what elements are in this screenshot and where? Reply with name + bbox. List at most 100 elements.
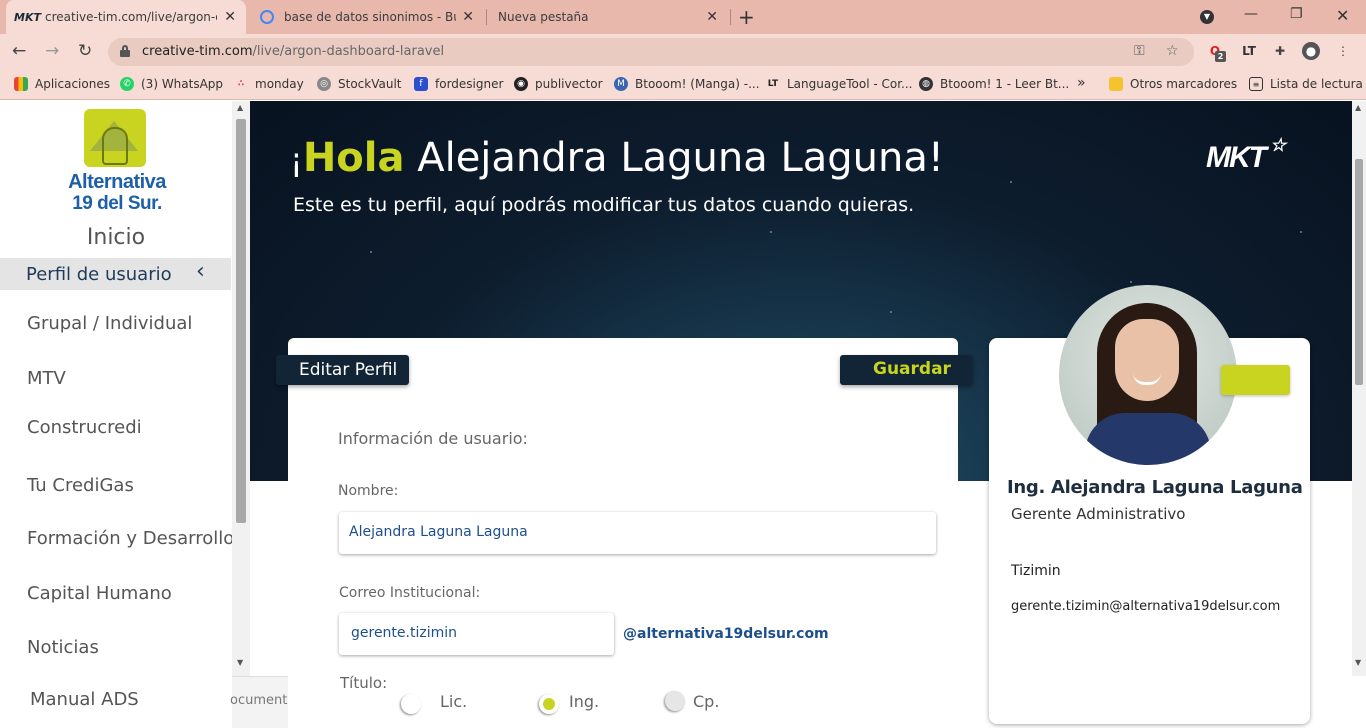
new-tab-button[interactable]: + xyxy=(738,5,755,29)
tab-title: creative-tim.com/live/argon-dashboard-la… xyxy=(44,10,217,24)
chevron-left-icon: ‹ xyxy=(196,259,205,284)
radio-lic[interactable] xyxy=(401,694,421,714)
background-panel: ocumenta xyxy=(230,676,295,728)
bookmark-btooom-manga[interactable]: M Btooom! (Manga) -... xyxy=(614,77,760,91)
bookmark-apps[interactable]: Aplicaciones xyxy=(14,77,110,91)
scroll-up-icon[interactable]: ▲ xyxy=(1355,103,1361,112)
profile-email: gerente.tizimin@alternativa19delsur.com xyxy=(1011,599,1281,614)
scroll-down-icon[interactable]: ▼ xyxy=(1355,658,1361,667)
star-icon: ☆ xyxy=(1270,135,1286,155)
forward-icon[interactable]: → xyxy=(45,41,59,61)
bookmark-publivector[interactable]: ◉ publivector xyxy=(514,77,603,91)
tab-divider xyxy=(486,9,487,25)
company-logo[interactable]: Alternativa 19 del Sur. xyxy=(62,107,172,215)
stockvault-icon: ◎ xyxy=(317,77,331,91)
bookmark-whatsapp[interactable]: ✆ (3) WhatsApp xyxy=(120,77,223,91)
scroll-down-icon[interactable]: ▼ xyxy=(237,658,243,667)
save-button[interactable]: Guardar xyxy=(840,355,973,385)
url-text: creative-tim.com/live/argon-dashboard-la… xyxy=(142,44,445,59)
tab-title: base de datos sinonimos - Buscar xyxy=(284,10,456,24)
minimize-icon[interactable]: — xyxy=(1244,6,1258,22)
bookmark-reading-list[interactable]: ≡ Lista de lectura xyxy=(1249,77,1363,91)
sidebar-item-manual-ads[interactable]: Manual ADS xyxy=(30,689,139,710)
fordesigner-icon: f xyxy=(414,77,428,91)
extensions-puzzle-icon[interactable]: ✚ xyxy=(1271,42,1289,60)
reload-icon[interactable]: ↻ xyxy=(78,41,92,61)
folder-icon xyxy=(1109,77,1123,91)
bookmark-stockvault[interactable]: ◎ StockVault xyxy=(317,77,402,91)
bookmark-btooom-leer[interactable]: ◍ Btooom! 1 - Leer Bt... xyxy=(919,77,1069,91)
close-tab-icon[interactable]: ✕ xyxy=(462,9,474,25)
lock-icon xyxy=(120,45,130,57)
sidebar-item-credigas[interactable]: Tu CrediGas xyxy=(27,475,134,496)
sidebar-scrollbar[interactable]: ▲ ▼ xyxy=(232,101,250,676)
tab-new-tab[interactable]: Nueva pestaña ✕ xyxy=(488,0,728,34)
restore-icon[interactable]: ❐ xyxy=(1290,6,1303,22)
sidebar: Alternativa 19 del Sur. Inicio Perfil de… xyxy=(0,101,234,728)
sidebar-item-formacion[interactable]: Formación y Desarrollo xyxy=(27,528,234,549)
logo-text-line1: Alternativa xyxy=(68,171,166,193)
sidebar-item-construcredi[interactable]: Construcredi xyxy=(27,417,142,438)
title-label: Título: xyxy=(340,674,388,692)
page-viewport: Alternativa 19 del Sur. Inicio Perfil de… xyxy=(0,101,1366,728)
back-icon[interactable]: ← xyxy=(12,41,26,61)
profile-avatar-icon[interactable]: ● xyxy=(1302,42,1320,60)
profile-city: Tizimin xyxy=(1011,563,1061,579)
profile-name: Ing. Alejandra Laguna Laguna xyxy=(1007,477,1303,498)
radio-ing[interactable] xyxy=(539,694,559,714)
address-bar[interactable]: creative-tim.com/live/argon-dashboard-la… xyxy=(108,38,1194,66)
page-scrollbar[interactable]: ▲ ▼ xyxy=(1352,101,1366,676)
key-icon[interactable]: ⚿ xyxy=(1134,43,1145,59)
radio-cp[interactable] xyxy=(665,691,685,711)
opera-extension-icon[interactable]: O2 xyxy=(1206,42,1226,62)
email-field[interactable]: gerente.tizimin xyxy=(339,613,614,655)
bookmarks-overflow-icon[interactable]: » xyxy=(1077,75,1086,91)
tab-divider xyxy=(730,9,731,25)
avatar[interactable] xyxy=(1059,285,1237,465)
radio-lic-label: Lic. xyxy=(440,692,468,711)
radio-cp-label: Cp. xyxy=(693,692,720,711)
background-text: ocumenta xyxy=(230,693,296,708)
reading-list-icon: ≡ xyxy=(1249,77,1263,91)
radio-ing-label: Ing. xyxy=(569,692,600,711)
monday-icon: ∴ xyxy=(237,79,245,89)
bookmark-star-icon[interactable]: ☆ xyxy=(1166,43,1179,59)
bookmark-other[interactable]: Otros marcadores xyxy=(1109,77,1237,91)
scroll-up-icon[interactable]: ▲ xyxy=(237,103,243,112)
close-tab-icon[interactable]: ✕ xyxy=(224,9,236,25)
languagetool-icon[interactable]: LT xyxy=(1240,42,1258,60)
bookmark-fordesigner[interactable]: f fordesigner xyxy=(414,77,503,91)
edit-profile-header: Editar Perfil xyxy=(276,355,409,385)
name-label: Nombre: xyxy=(338,483,399,499)
sidebar-item-mtv[interactable]: MTV xyxy=(27,368,66,389)
languagetool-bookmark-icon: LT xyxy=(767,79,779,89)
scrollbar-thumb[interactable] xyxy=(1355,159,1363,385)
sidebar-item-capital-humano[interactable]: Capital Humano xyxy=(27,583,172,604)
close-tab-icon[interactable]: ✕ xyxy=(706,9,718,25)
google-favicon-icon xyxy=(260,10,274,24)
apps-grid-icon xyxy=(14,77,28,91)
section-title: Información de usuario: xyxy=(338,429,528,448)
sidebar-item-perfil[interactable]: Perfil de usuario ‹ xyxy=(0,258,231,290)
sidebar-item-grupal[interactable]: Grupal / Individual xyxy=(27,313,192,334)
sidebar-item-inicio[interactable]: Inicio xyxy=(0,225,232,250)
tab-google-search[interactable]: base de datos sinonimos - Buscar ✕ xyxy=(250,0,484,34)
globe-icon: ◍ xyxy=(919,77,933,91)
tab-creative-tim[interactable]: MKT creative-tim.com/live/argon-dashboar… xyxy=(6,0,246,34)
accent-badge-button[interactable] xyxy=(1221,365,1290,395)
logo-emblem-icon xyxy=(84,109,146,167)
close-window-icon[interactable]: ✕ xyxy=(1336,6,1349,25)
tab-search-icon[interactable]: ▼ xyxy=(1200,10,1214,24)
bookmark-languagetool[interactable]: LT LanguageTool - Cor... xyxy=(766,77,913,91)
publivector-icon: ◉ xyxy=(514,77,528,91)
bookmark-monday[interactable]: ∴ monday xyxy=(234,77,304,91)
tab-title: Nueva pestaña xyxy=(498,10,589,24)
menu-kebab-icon[interactable]: ⋮ xyxy=(1334,42,1352,60)
manga-site-icon: M xyxy=(614,77,628,91)
whatsapp-icon: ✆ xyxy=(120,77,134,91)
scrollbar-thumb[interactable] xyxy=(236,119,246,523)
name-field[interactable]: Alejandra Laguna Laguna xyxy=(339,512,936,554)
sidebar-item-noticias[interactable]: Noticias xyxy=(27,637,99,658)
bookmarks-bar: Aplicaciones ✆ (3) WhatsApp ∴ monday ◎ Stoc… xyxy=(0,70,1366,100)
email-label: Correo Institucional: xyxy=(339,585,481,601)
